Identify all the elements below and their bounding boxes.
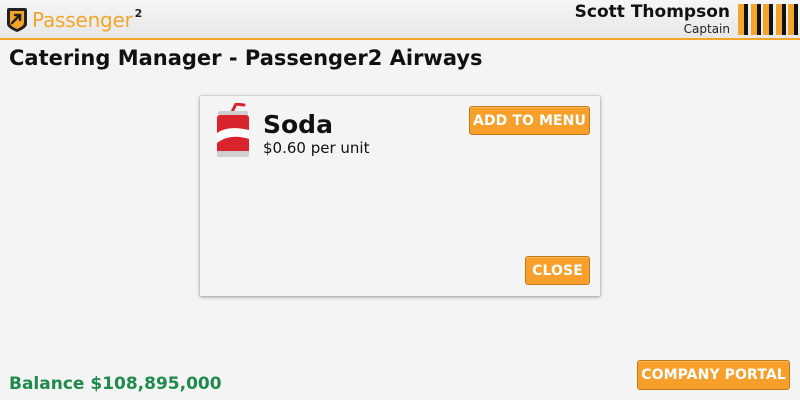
passenger-logo-icon <box>7 8 27 32</box>
user-name: Scott Thompson <box>574 2 730 22</box>
page-title: Catering Manager - Passenger2 Airways <box>9 46 483 70</box>
balance-display: Balance $108,895,000 <box>9 373 222 395</box>
balance-label: Balance <box>9 374 85 394</box>
top-bar: Passenger 2 Scott Thompson Captain <box>0 0 800 40</box>
app-logo[interactable]: Passenger 2 <box>6 6 142 34</box>
add-to-menu-button[interactable]: ADD TO MENU <box>469 106 590 135</box>
soda-can-icon <box>217 103 249 157</box>
close-button[interactable]: CLOSE <box>525 256 590 285</box>
item-price: $0.60 per unit <box>263 139 370 157</box>
item-name: Soda <box>263 110 333 139</box>
company-portal-button[interactable]: COMPANY PORTAL <box>637 360 790 390</box>
user-role: Captain <box>683 22 730 36</box>
brand-superscript: 2 <box>134 7 143 20</box>
brand-name: Passenger <box>32 8 133 32</box>
user-info: Scott Thompson Captain <box>575 2 730 37</box>
balance-value: $108,895,000 <box>90 374 222 394</box>
item-dialog: Soda $0.60 per unit ADD TO MENU CLOSE <box>200 96 600 296</box>
captain-stripes-icon[interactable] <box>738 4 794 35</box>
